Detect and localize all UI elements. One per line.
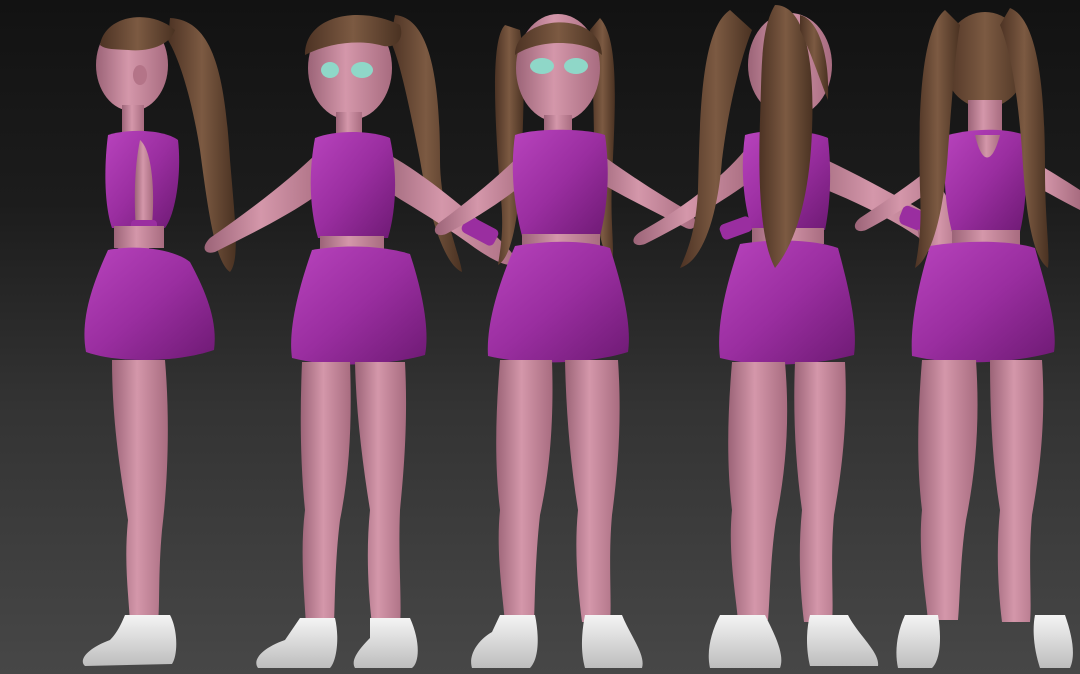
- figure-front: [434, 14, 696, 668]
- figure-three-quarter-back: [633, 5, 960, 668]
- figure-three-quarter-front: [204, 15, 520, 668]
- turnaround-render: [82, 5, 1080, 668]
- figure-back: [854, 8, 1080, 668]
- figure-side-left: [82, 17, 236, 666]
- viewport-canvas: [0, 0, 1080, 674]
